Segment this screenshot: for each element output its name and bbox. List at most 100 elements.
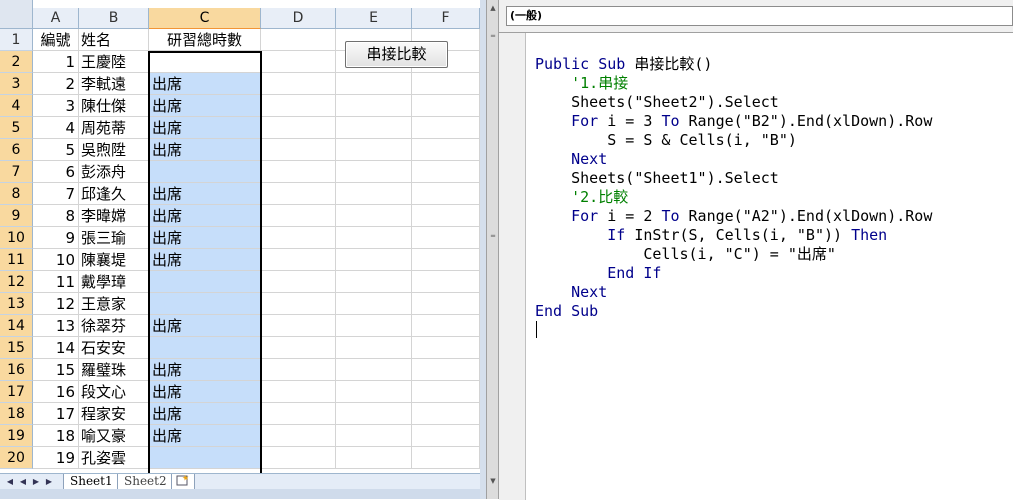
cell-number[interactable]: 7 bbox=[33, 183, 79, 205]
cell-attendance[interactable] bbox=[149, 161, 261, 183]
empty-cell[interactable] bbox=[261, 293, 336, 315]
last-sheet-icon[interactable]: ▶ bbox=[43, 476, 55, 488]
empty-cell[interactable] bbox=[412, 73, 480, 95]
cell-number[interactable]: 8 bbox=[33, 205, 79, 227]
empty-cell[interactable] bbox=[412, 403, 480, 425]
column-header-e[interactable]: E bbox=[336, 8, 412, 29]
code-line[interactable]: End Sub bbox=[535, 302, 932, 321]
cell-attendance[interactable]: 出席 bbox=[149, 95, 261, 117]
cell-attendance[interactable] bbox=[149, 271, 261, 293]
row-header[interactable]: 20 bbox=[0, 447, 33, 469]
empty-cell[interactable] bbox=[336, 425, 412, 447]
empty-cell[interactable] bbox=[412, 359, 480, 381]
tab-sheet1[interactable]: Sheet1 bbox=[63, 474, 120, 490]
cell-attendance[interactable] bbox=[149, 51, 261, 73]
next-sheet-icon[interactable]: ▶ bbox=[30, 476, 42, 488]
insert-sheet-icon[interactable] bbox=[171, 474, 195, 490]
row-header[interactable]: 19 bbox=[0, 425, 33, 447]
empty-cell[interactable] bbox=[412, 227, 480, 249]
empty-cell[interactable] bbox=[336, 249, 412, 271]
cell-attendance[interactable]: 出席 bbox=[149, 73, 261, 95]
split-handle-icon[interactable]: ═ bbox=[488, 230, 498, 242]
scroll-up-icon[interactable]: ▲ bbox=[488, 2, 498, 14]
cell-attendance[interactable]: 出席 bbox=[149, 227, 261, 249]
cell-name[interactable]: 陳襄堤 bbox=[79, 249, 149, 271]
cell-attendance[interactable] bbox=[149, 293, 261, 315]
empty-cell[interactable] bbox=[261, 205, 336, 227]
code-line[interactable]: Sheets("Sheet2").Select bbox=[535, 93, 932, 112]
column-header-f[interactable]: F bbox=[412, 8, 480, 29]
cell-attendance[interactable]: 出席 bbox=[149, 403, 261, 425]
cell-name[interactable]: 周苑蒂 bbox=[79, 117, 149, 139]
cell-number[interactable]: 6 bbox=[33, 161, 79, 183]
cell-attendance[interactable] bbox=[149, 447, 261, 469]
cell-name[interactable]: 吳煦陞 bbox=[79, 139, 149, 161]
empty-cell[interactable] bbox=[336, 293, 412, 315]
row-header[interactable]: 12 bbox=[0, 271, 33, 293]
empty-cell[interactable] bbox=[412, 95, 480, 117]
empty-cell[interactable] bbox=[336, 315, 412, 337]
empty-cell[interactable] bbox=[261, 425, 336, 447]
empty-cell[interactable] bbox=[336, 271, 412, 293]
row-header[interactable]: 16 bbox=[0, 359, 33, 381]
empty-cell[interactable] bbox=[412, 315, 480, 337]
empty-cell[interactable] bbox=[261, 29, 336, 51]
cell-name[interactable]: 邱逢久 bbox=[79, 183, 149, 205]
split-box-icon[interactable]: ═ bbox=[488, 30, 498, 42]
empty-cell[interactable] bbox=[261, 249, 336, 271]
empty-cell[interactable] bbox=[261, 381, 336, 403]
empty-cell[interactable] bbox=[412, 425, 480, 447]
empty-cell[interactable] bbox=[261, 117, 336, 139]
code-line[interactable]: Cells(i, "C") = "出席" bbox=[535, 245, 932, 264]
row-header[interactable]: 3 bbox=[0, 73, 33, 95]
column-header-d[interactable]: D bbox=[261, 8, 336, 29]
row-header[interactable]: 1 bbox=[0, 29, 33, 51]
cell-number[interactable]: 12 bbox=[33, 293, 79, 315]
code-line[interactable]: '2.比較 bbox=[535, 188, 932, 207]
cell-attendance[interactable]: 出席 bbox=[149, 425, 261, 447]
empty-cell[interactable] bbox=[261, 337, 336, 359]
code-line[interactable]: Next bbox=[535, 283, 932, 302]
empty-cell[interactable] bbox=[412, 183, 480, 205]
code-line[interactable]: End If bbox=[535, 264, 932, 283]
empty-cell[interactable] bbox=[336, 359, 412, 381]
cell-number[interactable]: 4 bbox=[33, 117, 79, 139]
empty-cell[interactable] bbox=[412, 205, 480, 227]
empty-cell[interactable] bbox=[336, 447, 412, 469]
cell-number[interactable]: 14 bbox=[33, 337, 79, 359]
cell-name[interactable]: 喻又豪 bbox=[79, 425, 149, 447]
empty-cell[interactable] bbox=[261, 403, 336, 425]
empty-cell[interactable] bbox=[261, 139, 336, 161]
row-header[interactable]: 8 bbox=[0, 183, 33, 205]
cell-attendance[interactable]: 出席 bbox=[149, 315, 261, 337]
empty-cell[interactable] bbox=[336, 205, 412, 227]
empty-cell[interactable] bbox=[261, 183, 336, 205]
cell-name[interactable]: 王意家 bbox=[79, 293, 149, 315]
empty-cell[interactable] bbox=[412, 249, 480, 271]
cell-b1[interactable]: 姓名 bbox=[79, 29, 149, 51]
row-header[interactable]: 14 bbox=[0, 315, 33, 337]
cell-attendance[interactable]: 出席 bbox=[149, 249, 261, 271]
empty-cell[interactable] bbox=[261, 73, 336, 95]
row-header[interactable]: 15 bbox=[0, 337, 33, 359]
cell-attendance[interactable]: 出席 bbox=[149, 205, 261, 227]
code-line[interactable]: For i = 2 To Range("A2").End(xlDown).Row bbox=[535, 207, 932, 226]
empty-cell[interactable] bbox=[336, 337, 412, 359]
empty-cell[interactable] bbox=[261, 227, 336, 249]
empty-cell[interactable] bbox=[412, 161, 480, 183]
row-header[interactable]: 7 bbox=[0, 161, 33, 183]
cell-number[interactable]: 17 bbox=[33, 403, 79, 425]
cell-number[interactable]: 11 bbox=[33, 271, 79, 293]
code-margin[interactable] bbox=[499, 33, 526, 500]
scroll-down-icon[interactable]: ▼ bbox=[488, 475, 498, 487]
row-header[interactable]: 2 bbox=[0, 51, 33, 73]
row-header[interactable]: 10 bbox=[0, 227, 33, 249]
empty-cell[interactable] bbox=[336, 183, 412, 205]
code-line[interactable]: If InStr(S, Cells(i, "B")) Then bbox=[535, 226, 932, 245]
cell-name[interactable]: 程家安 bbox=[79, 403, 149, 425]
empty-cell[interactable] bbox=[336, 95, 412, 117]
empty-cell[interactable] bbox=[336, 227, 412, 249]
cell-name[interactable]: 彭添舟 bbox=[79, 161, 149, 183]
empty-cell[interactable] bbox=[261, 95, 336, 117]
cell-attendance[interactable]: 出席 bbox=[149, 117, 261, 139]
